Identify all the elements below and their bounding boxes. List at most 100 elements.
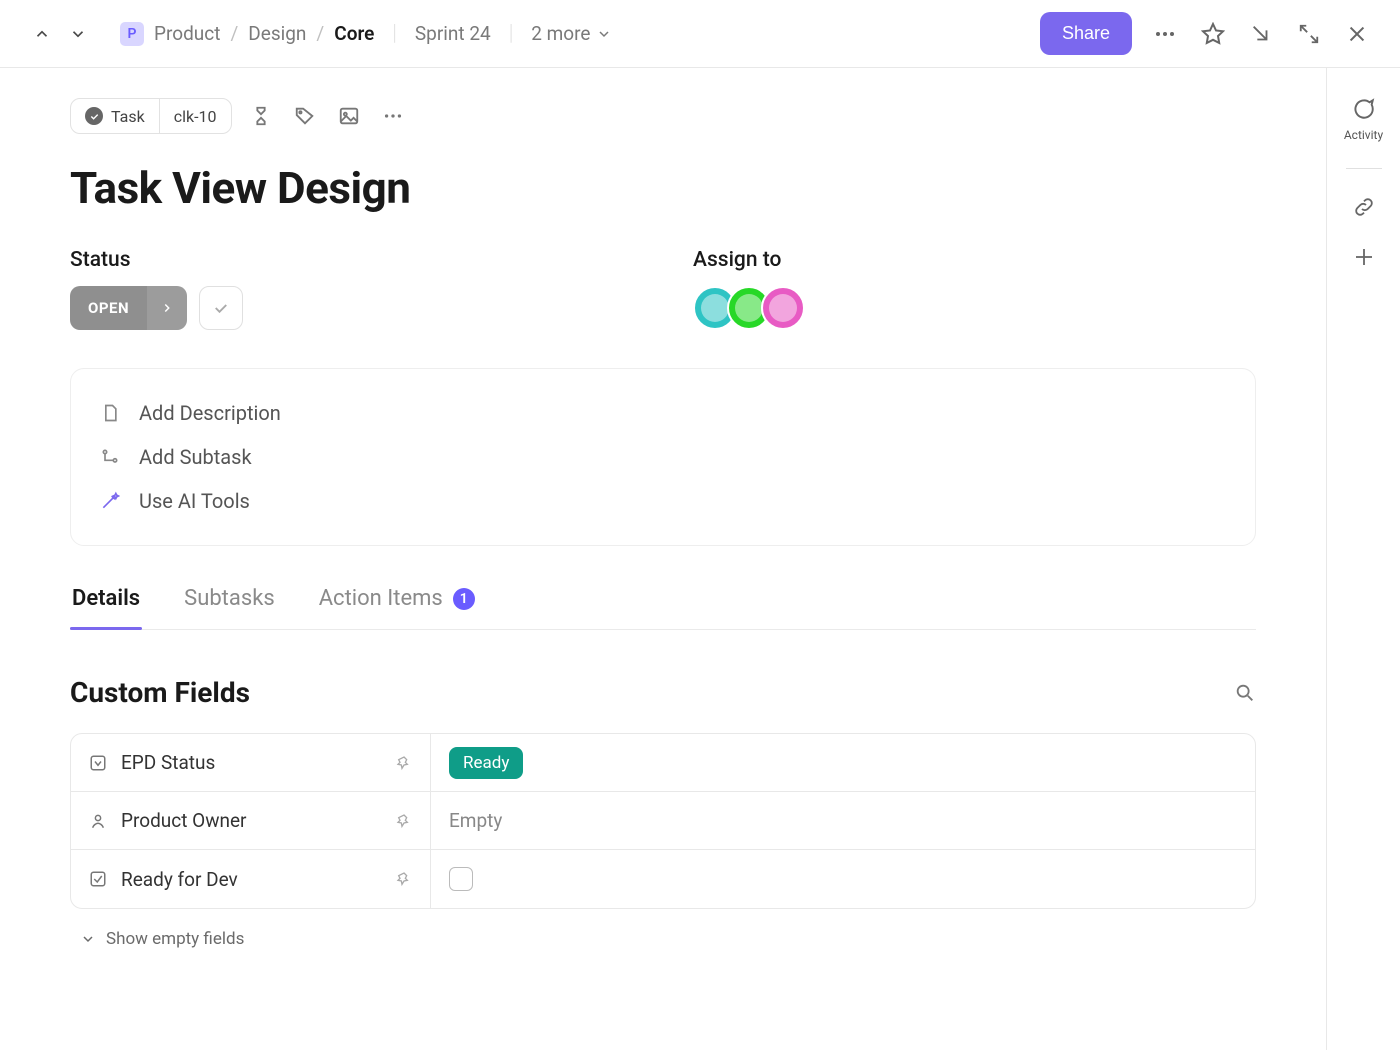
tab-action-items[interactable]: Action Items 1 xyxy=(317,586,477,629)
breadcrumb-more[interactable]: 2 more xyxy=(531,22,612,45)
pin-button[interactable] xyxy=(396,755,412,771)
comment-icon xyxy=(1350,96,1376,122)
topbar: P Product / Design / Core | Sprint 24 | … xyxy=(0,0,1400,68)
star-icon xyxy=(1201,22,1225,46)
share-button[interactable]: Share xyxy=(1040,12,1132,55)
plus-icon xyxy=(1352,245,1376,269)
pin-icon xyxy=(396,871,412,887)
assign-label: Assign to xyxy=(693,248,805,272)
ellipsis-icon xyxy=(1153,22,1177,46)
link-icon xyxy=(1352,195,1376,219)
magic-wand-icon xyxy=(99,491,121,511)
tag-icon xyxy=(294,105,316,127)
activity-button[interactable]: Activity xyxy=(1344,96,1383,142)
tabs: Details Subtasks Action Items 1 xyxy=(70,586,1256,630)
add-subtask-label: Add Subtask xyxy=(139,445,252,469)
search-icon xyxy=(1234,682,1256,704)
task-meta: Task clk-10 xyxy=(70,98,1256,134)
breadcrumb-more-label: 2 more xyxy=(531,22,590,45)
document-icon xyxy=(99,403,121,423)
status-value: OPEN xyxy=(70,299,147,317)
cover-image-button[interactable] xyxy=(334,101,364,131)
assignee-list[interactable] xyxy=(693,286,805,330)
favorite-button[interactable] xyxy=(1198,19,1228,49)
tab-subtasks[interactable]: Subtasks xyxy=(182,586,277,629)
breadcrumb-item[interactable]: Design xyxy=(248,22,306,45)
subtask-icon xyxy=(99,447,121,467)
custom-fields-table: EPD Status Ready Product Owner xyxy=(70,733,1256,909)
add-description-button[interactable]: Add Description xyxy=(99,391,1227,435)
custom-field-value[interactable]: Ready xyxy=(431,734,1255,791)
chevron-up-icon xyxy=(33,25,51,43)
status-next-button[interactable] xyxy=(147,286,187,330)
avatar[interactable] xyxy=(761,286,805,330)
collapse-button[interactable] xyxy=(1294,19,1324,49)
tags-button[interactable] xyxy=(290,101,320,131)
download-button[interactable] xyxy=(1246,19,1276,49)
pin-button[interactable] xyxy=(396,813,412,829)
breadcrumb-space-chip[interactable]: P xyxy=(120,22,144,46)
task-more-button[interactable] xyxy=(378,101,408,131)
ellipsis-icon xyxy=(382,105,404,127)
tab-action-items-label: Action Items xyxy=(319,586,443,611)
collapse-icon xyxy=(1298,23,1320,45)
show-empty-label: Show empty fields xyxy=(106,929,244,949)
custom-field-label: EPD Status xyxy=(121,751,215,774)
checkbox-field-icon xyxy=(89,870,107,888)
pin-icon xyxy=(396,813,412,829)
add-description-label: Add Description xyxy=(139,401,281,425)
custom-field-value[interactable] xyxy=(431,850,1255,908)
quick-add-box: Add Description Add Subtask Use AI Tools xyxy=(70,368,1256,546)
chevron-right-icon xyxy=(160,301,174,315)
nav-up-button[interactable] xyxy=(28,20,56,48)
breadcrumb-divider: | xyxy=(384,21,405,46)
show-empty-fields-button[interactable]: Show empty fields xyxy=(70,929,1256,949)
hourglass-icon xyxy=(250,105,272,127)
status-tag: Ready xyxy=(449,747,523,779)
chevron-down-icon xyxy=(69,25,87,43)
copy-link-button[interactable] xyxy=(1352,195,1376,219)
download-icon xyxy=(1250,23,1272,45)
status-button[interactable]: OPEN xyxy=(70,286,187,330)
rail-divider xyxy=(1346,168,1382,169)
nav-down-button[interactable] xyxy=(64,20,92,48)
close-button[interactable] xyxy=(1342,19,1372,49)
breadcrumb-item-active[interactable]: Core xyxy=(334,22,374,45)
status-field: Status OPEN xyxy=(70,248,243,330)
breadcrumb-item[interactable]: Product xyxy=(154,22,220,45)
custom-field-label: Ready for Dev xyxy=(121,868,238,891)
task-id-label: clk-10 xyxy=(160,99,231,133)
checkbox[interactable] xyxy=(449,867,473,891)
custom-field-row: Ready for Dev xyxy=(71,850,1255,908)
custom-fields-search-button[interactable] xyxy=(1234,682,1256,704)
custom-field-row: EPD Status Ready xyxy=(71,734,1255,792)
activity-label: Activity xyxy=(1344,128,1383,142)
check-icon xyxy=(212,299,230,317)
status-label: Status xyxy=(70,248,243,272)
more-button[interactable] xyxy=(1150,19,1180,49)
time-tracking-button[interactable] xyxy=(246,101,276,131)
custom-fields-title: Custom Fields xyxy=(70,676,250,709)
use-ai-button[interactable]: Use AI Tools xyxy=(99,479,1227,523)
task-chip[interactable]: Task clk-10 xyxy=(70,98,232,134)
use-ai-label: Use AI Tools xyxy=(139,489,250,513)
tab-details[interactable]: Details xyxy=(70,586,142,629)
breadcrumb-sprint[interactable]: Sprint 24 xyxy=(415,22,491,45)
check-circle-icon xyxy=(85,107,103,125)
custom-field-label: Product Owner xyxy=(121,809,247,832)
dropdown-field-icon xyxy=(89,754,107,772)
image-icon xyxy=(338,105,360,127)
mark-complete-button[interactable] xyxy=(199,286,243,330)
assign-field: Assign to xyxy=(693,248,805,330)
add-subtask-button[interactable]: Add Subtask xyxy=(99,435,1227,479)
pin-icon xyxy=(396,755,412,771)
breadcrumb-separator: / xyxy=(316,22,324,45)
breadcrumb-separator: / xyxy=(230,22,238,45)
pin-button[interactable] xyxy=(396,871,412,887)
close-icon xyxy=(1346,23,1368,45)
custom-field-value[interactable]: Empty xyxy=(431,792,1255,849)
chevron-down-icon xyxy=(80,931,96,947)
person-field-icon xyxy=(89,812,107,830)
add-panel-button[interactable] xyxy=(1352,245,1376,269)
task-title[interactable]: Task View Design xyxy=(70,162,1256,214)
